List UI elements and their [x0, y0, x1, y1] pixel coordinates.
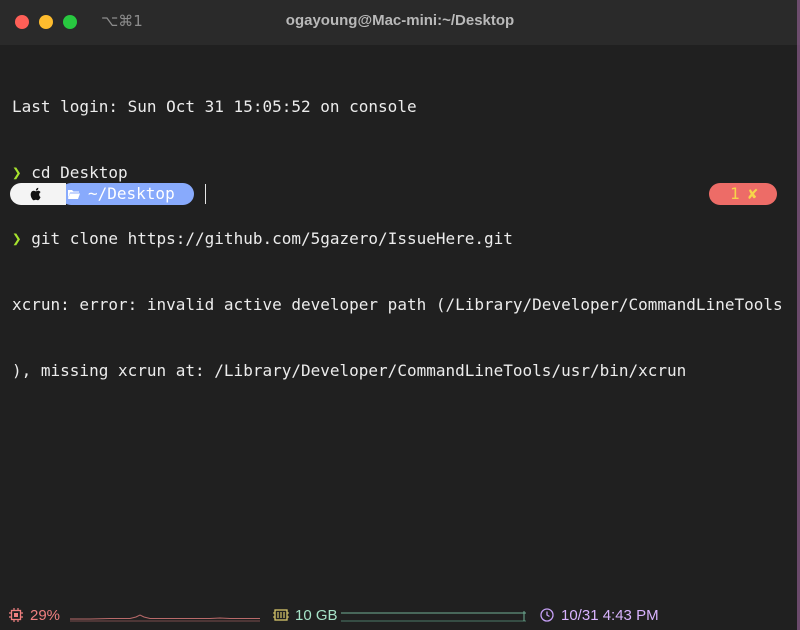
cpu-icon [9, 608, 23, 622]
terminal-line: ), missing xcrun at: /Library/Developer/… [12, 360, 792, 382]
memory-usage-label: 10 GB [295, 607, 338, 624]
memory-usage-graph [341, 611, 526, 622]
prompt-arrow: ❯ [12, 229, 22, 248]
terminal-line: ❯ git clone https://github.com/5gazero/I… [12, 228, 792, 250]
folder-icon [68, 190, 80, 199]
terminal-line-text: xcrun: error: invalid active developer p… [12, 295, 783, 314]
cpu-usage-graph [70, 614, 260, 622]
terminal-line: Last login: Sun Oct 31 15:05:52 on conso… [12, 96, 792, 118]
cpu-usage-label: 29% [30, 607, 61, 624]
exit-status-count: 1 [730, 184, 740, 203]
window-title: ogayoung@Mac-mini:~/Desktop [285, 12, 515, 29]
terminal-line-text: ), missing xcrun at: /Library/Developer/… [12, 361, 687, 380]
terminal-line: ❯ cd Desktop [12, 162, 792, 184]
clock-icon [540, 608, 554, 622]
terminal-window: ⌥⌘1 ogayoung@Mac-mini:~/Desktop Last log… [0, 0, 800, 630]
terminal-line-text: cd Desktop [21, 163, 128, 182]
terminal-line: xcrun: error: invalid active developer p… [12, 294, 792, 316]
error-cross-icon: ✘ [748, 184, 758, 203]
prompt-arrow: ❯ [12, 163, 22, 182]
prompt-path: ~/Desktop [88, 184, 175, 203]
terminal-output[interactable]: Last login: Sun Oct 31 15:05:52 on conso… [12, 52, 792, 426]
exit-status-badge: 1 ✘ [709, 183, 777, 205]
apple-icon [30, 187, 41, 201]
terminal-line-text: Last login: Sun Oct 31 15:05:52 on conso… [12, 97, 417, 116]
clock-label: 10/31 4:43 PM [561, 607, 659, 624]
text-cursor [205, 184, 206, 204]
title-bar[interactable]: ⌥⌘1 ogayoung@Mac-mini:~/Desktop [0, 0, 800, 45]
terminal-line-text: git clone https://github.com/5gazero/Iss… [21, 229, 513, 248]
memory-icon [273, 609, 289, 621]
status-bar: 29% 10 GB 10/31 4:43 PM [0, 600, 800, 630]
